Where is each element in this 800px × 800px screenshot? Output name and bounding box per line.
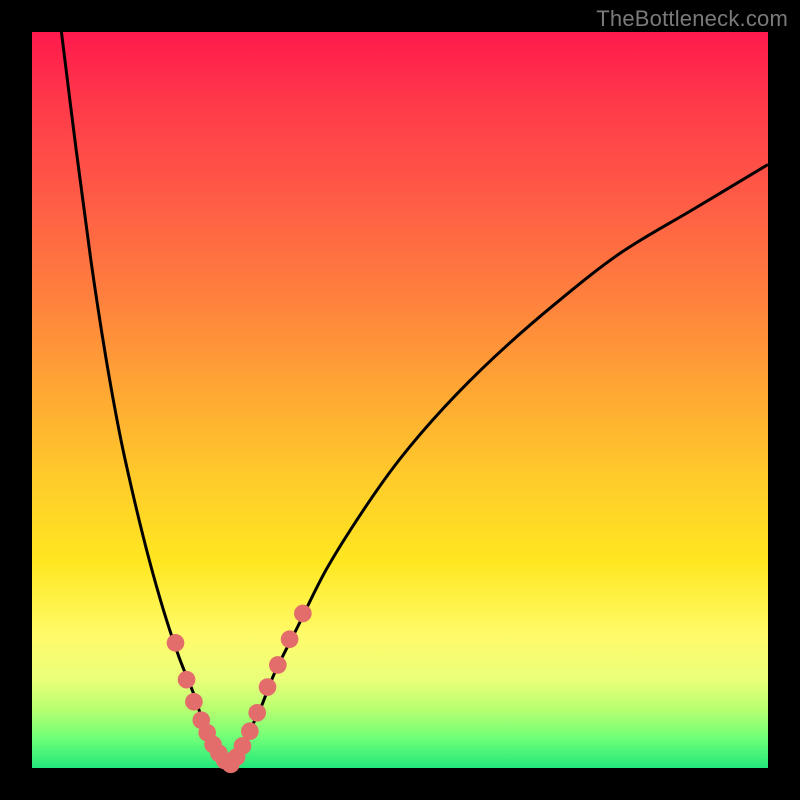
left-curve — [61, 32, 230, 764]
marker-dot — [281, 630, 299, 648]
marker-dot — [248, 704, 266, 722]
marker-dot — [185, 693, 203, 711]
marker-dot — [167, 634, 185, 652]
watermark-text: TheBottleneck.com — [596, 6, 788, 32]
plot-area — [32, 32, 768, 768]
marker-dot — [178, 671, 196, 689]
right-curve — [231, 164, 768, 764]
marker-dot — [294, 605, 312, 623]
curve-overlay — [32, 32, 768, 768]
marker-dot — [259, 678, 277, 696]
marker-dot — [241, 722, 259, 740]
chart-frame: TheBottleneck.com — [0, 0, 800, 800]
marker-dot — [269, 656, 287, 674]
marker-layer — [167, 605, 312, 774]
